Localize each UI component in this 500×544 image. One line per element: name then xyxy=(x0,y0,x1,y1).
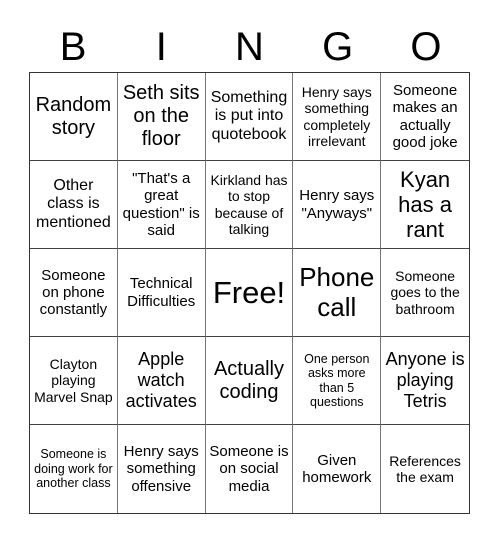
bingo-cell[interactable]: Kirkland has to stop because of talking xyxy=(205,161,294,249)
bingo-cell[interactable]: Henry says something offensive xyxy=(118,425,206,513)
bingo-cell[interactable]: Someone is doing work for another class xyxy=(30,425,118,513)
bingo-cell[interactable]: Something is put into quotebook xyxy=(205,73,294,161)
bingo-cell[interactable]: Seth sits on the floor xyxy=(117,73,206,161)
bingo-cell[interactable]: Someone is on social media xyxy=(206,425,294,513)
bingo-cell[interactable]: Given homework xyxy=(293,425,382,513)
bingo-cell[interactable]: Henry says "Anyways" xyxy=(293,161,382,249)
header-letter-b: B xyxy=(59,25,87,69)
bingo-cell[interactable]: Anyone is playing Tetris xyxy=(381,337,469,425)
header-letter-g: G xyxy=(322,25,354,69)
free-space-cell[interactable]: Free! xyxy=(205,249,294,337)
bingo-cell[interactable]: Kyan has a rant xyxy=(381,161,469,249)
bingo-cell[interactable]: Someone on phone constantly xyxy=(30,249,118,337)
header-letter-i: I xyxy=(155,25,167,69)
bingo-cell[interactable]: Apple watch activates xyxy=(117,337,206,425)
bingo-grid: Random story Seth sits on the floor Some… xyxy=(29,72,470,514)
bingo-cell[interactable]: Someone goes to the bathroom xyxy=(381,249,469,337)
bingo-cell[interactable]: Clayton playing Marvel Snap xyxy=(30,337,118,425)
bingo-cell[interactable]: Someone makes an actually good joke xyxy=(381,73,469,161)
bingo-cell[interactable]: One person asks more than 5 questions xyxy=(293,337,382,425)
bingo-cell[interactable]: Technical Difficulties xyxy=(117,249,206,337)
bingo-cell[interactable]: Other class is mentioned xyxy=(30,161,118,249)
bingo-cell[interactable]: "That's a great question" is said xyxy=(117,161,206,249)
bingo-cell[interactable]: Random story xyxy=(30,73,118,161)
bingo-header: B I N G O xyxy=(29,22,470,72)
header-letter-o: O xyxy=(410,25,442,69)
bingo-cell[interactable]: Henry says something completely irreleva… xyxy=(293,73,382,161)
bingo-cell[interactable]: Actually coding xyxy=(205,337,294,425)
bingo-cell[interactable]: References the exam xyxy=(381,425,469,513)
header-letter-n: N xyxy=(235,25,264,69)
bingo-cell[interactable]: Phone call xyxy=(293,249,382,337)
